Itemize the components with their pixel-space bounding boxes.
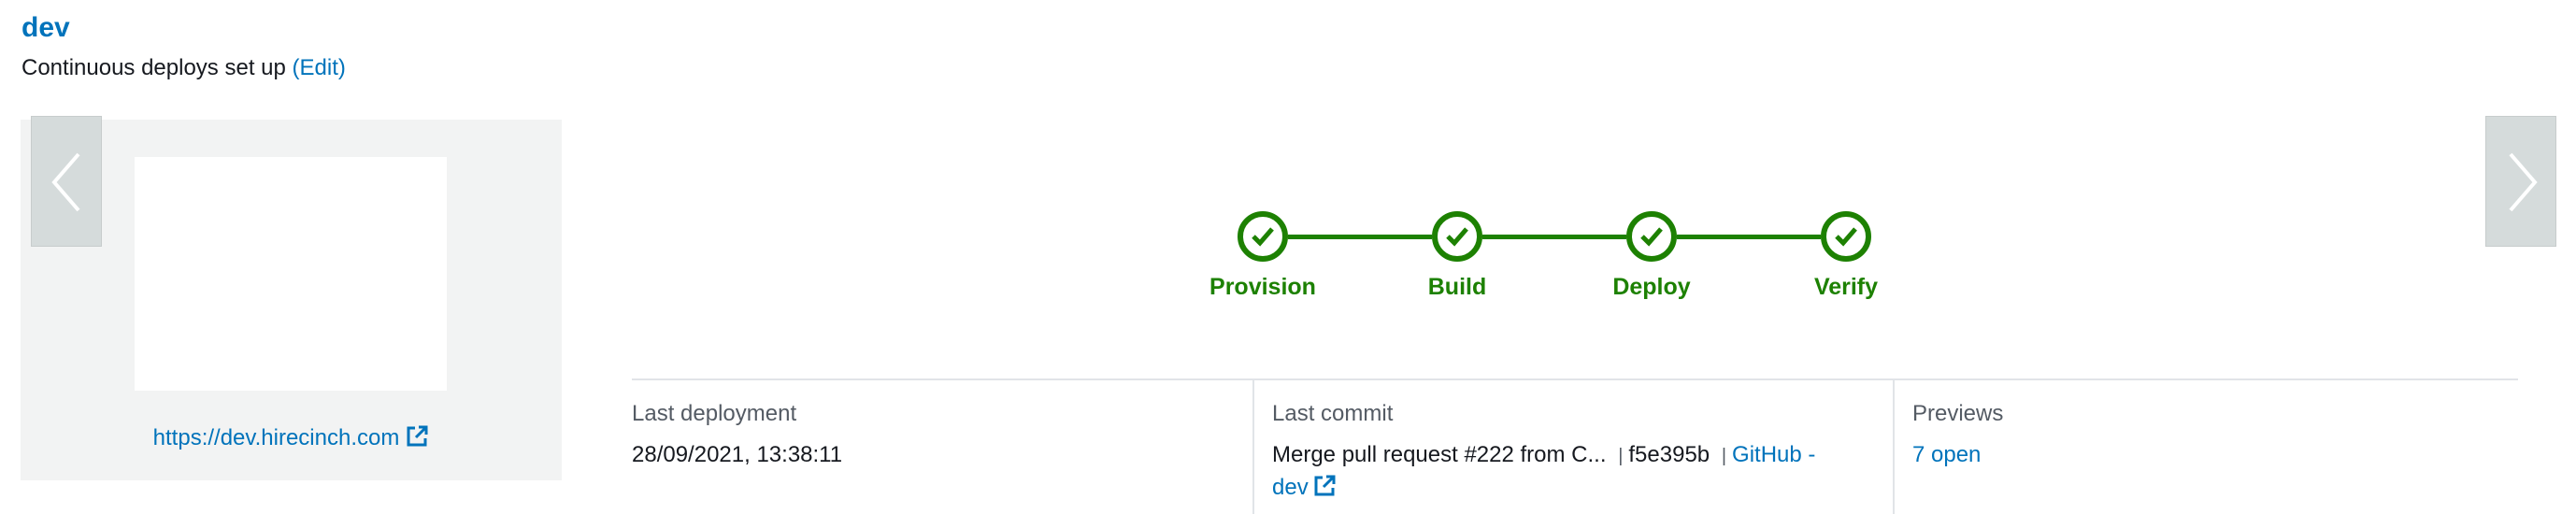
separator: | [1721,446,1727,466]
branch-name-title[interactable]: dev [21,11,70,45]
continuous-deploy-status: Continuous deploys set up (Edit) [21,54,346,82]
step-label-deploy[interactable]: Deploy [1558,273,1745,301]
commit-hash: f5e395b [1628,442,1710,467]
domain-url[interactable]: https://dev.hirecinch.com [153,425,400,450]
last-deployment-value: 28/09/2021, 13:38:11 [632,442,843,467]
last-deployment-label: Last deployment [632,401,797,426]
pipeline-connector [1677,235,1821,239]
external-link-icon [399,425,429,450]
last-commit-label: Last commit [1272,401,1394,426]
deploy-check-icon [1626,211,1677,262]
separator: | [1618,446,1624,466]
site-thumbnail[interactable] [135,157,447,391]
step-label-verify[interactable]: Verify [1753,273,1939,301]
last-commit-value: Merge pull request #222 from C... | f5e39… [1272,439,1852,504]
previews-label: Previews [1912,401,2004,426]
continuous-deploy-text: Continuous deploys set up [21,55,286,80]
deployment-pipeline: Provision Build Deploy Verify [1209,206,1925,308]
pipeline-connector [1288,235,1432,239]
external-link-icon [1309,475,1337,500]
domain-link[interactable]: https://dev.hirecinch.com [21,422,562,454]
step-label-provision[interactable]: Provision [1169,273,1356,301]
column-divider [1893,380,1895,514]
build-check-icon [1432,211,1482,262]
next-branch-button[interactable] [2485,116,2556,247]
details-divider [632,378,2518,380]
previous-branch-button[interactable] [31,116,102,247]
commit-message: Merge pull request #222 from C... [1272,442,1607,467]
provision-check-icon [1238,211,1288,262]
step-label-build[interactable]: Build [1364,273,1551,301]
verify-check-icon [1821,211,1871,262]
column-divider [1252,380,1254,514]
previews-open-link[interactable]: 7 open [1912,439,1981,471]
pipeline-connector [1482,235,1626,239]
edit-link[interactable]: (Edit) [293,55,346,80]
